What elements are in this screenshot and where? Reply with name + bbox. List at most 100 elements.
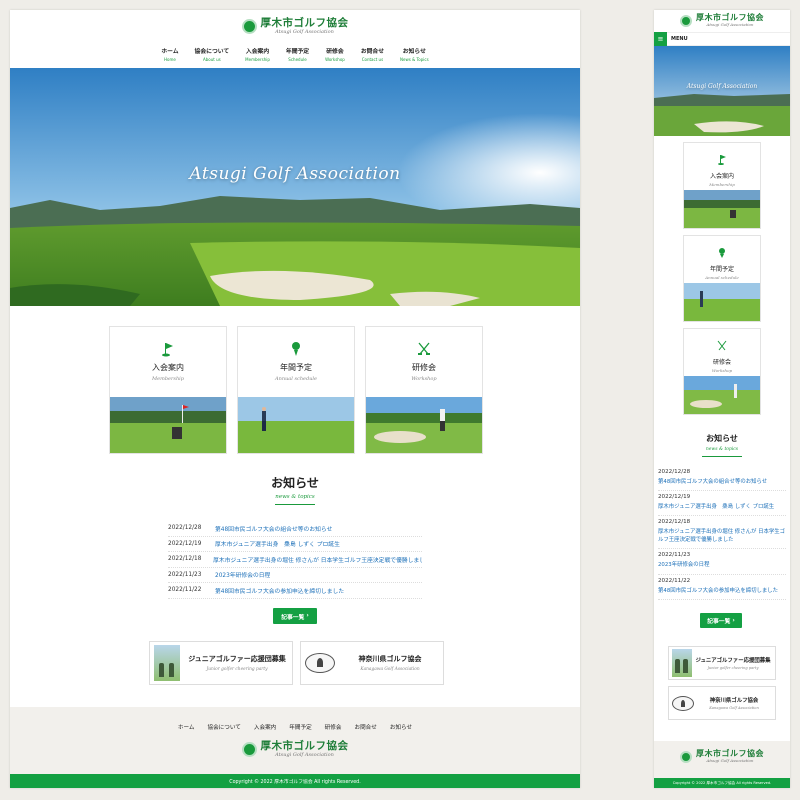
- news-date: 2022/12/19: [658, 494, 691, 501]
- news-link[interactable]: 第48回市民ゴルフ大会の参加申込を締切しました: [658, 587, 786, 595]
- banner-links: ジュニアゴルファー応援団募集 Junior golfer cheering par…: [149, 641, 444, 685]
- golf-tee-icon: [717, 245, 727, 261]
- news-date: 2022/12/18: [168, 556, 202, 563]
- card-title: 研修会: [712, 359, 731, 366]
- nav-membership[interactable]: 入会案内 Membership: [243, 46, 272, 62]
- hamburger-icon[interactable]: ≡: [654, 32, 667, 46]
- footer-link-news[interactable]: お知らせ: [390, 723, 412, 731]
- golf-tee-icon: [289, 341, 303, 357]
- chevron-right-icon: ›: [306, 613, 309, 619]
- junior-golfers-photo: [672, 649, 692, 677]
- news-heading: お知らせ: [271, 476, 319, 490]
- card-workshop[interactable]: 研修会 Workshop: [683, 328, 761, 415]
- logo-jp: 厚木市ゴルフ協会: [260, 740, 349, 752]
- nav-label: 年間予定: [285, 48, 310, 55]
- card-membership[interactable]: 入会案内 Membership: [109, 326, 227, 454]
- card-photo: [684, 190, 760, 228]
- chevron-right-icon: ›: [732, 617, 735, 624]
- all-articles-button[interactable]: 記事一覧 ›: [700, 613, 742, 628]
- mobile-hero: Atsugi Golf Association: [654, 46, 790, 136]
- card-sub: Membership: [152, 376, 184, 382]
- kanagawa-golf-banner[interactable]: 神奈川県ゴルフ協会 Kanagawa Golf Association: [300, 641, 444, 685]
- nav-sub: Workshop: [325, 56, 345, 62]
- all-articles-button[interactable]: 記事一覧 ›: [273, 608, 317, 624]
- heading-divider: [275, 504, 315, 505]
- news-header: お知らせ news & topics: [654, 433, 790, 457]
- list-item: 2022/11/22 第48回市民ゴルフ大会の参加申込を締切しました: [168, 583, 422, 599]
- association-emblem-icon: [680, 14, 692, 27]
- nav-sub: Membership: [245, 56, 270, 62]
- list-item: 2022/12/19 厚木市ジュニア選手出身 桑島 しずく プロ誕生: [658, 491, 786, 517]
- nav-workshop[interactable]: 研修会 Workshop: [323, 46, 347, 62]
- nav-home[interactable]: ホーム Home: [159, 46, 180, 62]
- news-link[interactable]: 厚木市ジュニア選手出身の堀住 修さんが 日本学生ゴルフ王座決定戦で優勝しました: [213, 555, 422, 564]
- list-item: 2022/11/23 2023年研修会の日程: [168, 568, 422, 583]
- footer-link-contact[interactable]: お問合せ: [354, 723, 376, 731]
- news-link[interactable]: 2023年研修会の日程: [215, 570, 270, 579]
- golf-course-image: [654, 46, 790, 136]
- footer-nav: ホーム 協会について 入会案内 年間予定 研修会 お問合せ お知らせ: [10, 707, 580, 731]
- main-nav: ホーム Home 協会について About us 入会案内 Membership 年間…: [10, 46, 580, 62]
- news-link[interactable]: 2023年研修会の日程: [658, 561, 786, 569]
- news-link[interactable]: 第48回市民ゴルフ大会の組合せ等のお知らせ: [215, 524, 332, 533]
- logo-en: Atsugi Golf Association: [275, 28, 334, 35]
- menu-label[interactable]: MENU: [671, 36, 688, 42]
- news-link[interactable]: 厚木市ジュニア選手出身 桑島 しずく プロ誕生: [658, 503, 786, 511]
- card-title: 研修会: [412, 363, 436, 372]
- news-link[interactable]: 厚木市ジュニア選手出身 桑島 しずく プロ誕生: [215, 539, 340, 548]
- card-workshop[interactable]: 研修会 Workshop: [365, 326, 483, 454]
- card-title: 入会案内: [152, 363, 184, 372]
- footer-logo[interactable]: 厚木市ゴルフ協会 Atsugi Golf Association: [654, 750, 790, 763]
- news-heading: お知らせ: [706, 434, 738, 443]
- banner-title: 神奈川県ゴルフ協会: [709, 698, 759, 704]
- news-link[interactable]: 第48回市民ゴルフ大会の組合せ等のお知らせ: [658, 478, 786, 486]
- mobile-menu-bar: ≡ MENU: [654, 32, 790, 46]
- junior-golfer-banner[interactable]: ジュニアゴルファー応援団募集 Junior golfer cheering par…: [149, 641, 293, 685]
- golf-flag-icon: [161, 341, 175, 357]
- footer-link-about[interactable]: 協会について: [207, 723, 240, 731]
- card-photo: [110, 397, 226, 453]
- news-date: 2022/12/28: [658, 469, 691, 475]
- kanagawa-emblem-icon: [305, 653, 335, 673]
- card-schedule[interactable]: 年間予定 Annual schedule: [237, 326, 355, 454]
- association-emblem-icon: [680, 750, 692, 763]
- card-title: 年間予定: [709, 266, 734, 273]
- card-photo: [238, 397, 354, 453]
- logo-jp: 厚木市ゴルフ協会: [696, 13, 764, 22]
- card-sub: Workshop: [711, 368, 733, 373]
- copyright: Copyright © 2022 厚木市ゴルフ協会 All rights Res…: [10, 774, 580, 788]
- site-logo[interactable]: 厚木市ゴルフ協会 Atsugi Golf Association: [10, 18, 580, 35]
- news-date: 2022/11/23: [658, 552, 691, 559]
- header: 厚木市ゴルフ協会 Atsugi Golf Association ホーム Home…: [10, 10, 580, 68]
- footer-logo[interactable]: 厚木市ゴルフ協会 Atsugi Golf Association: [10, 741, 580, 758]
- logo-jp: 厚木市ゴルフ協会: [696, 749, 764, 758]
- banner-title: ジュニアゴルファー応援団募集: [695, 658, 771, 664]
- footer-link-workshop[interactable]: 研修会: [325, 723, 342, 731]
- news-date: 2022/11/23: [168, 571, 202, 578]
- nav-schedule[interactable]: 年間予定 Schedule: [284, 46, 311, 62]
- card-photo: [684, 376, 760, 414]
- site-logo[interactable]: 厚木市ゴルフ協会 Atsugi Golf Association: [654, 14, 790, 27]
- crossed-clubs-icon: [717, 338, 727, 354]
- banner-title: ジュニアゴルファー応援団募集: [188, 655, 286, 663]
- banner-sub: Kanagawa Golf Association: [360, 667, 420, 672]
- footer-link-home[interactable]: ホーム: [178, 723, 195, 731]
- association-emblem-icon: [241, 741, 257, 757]
- card-schedule[interactable]: 年間予定 Annual schedule: [683, 235, 761, 322]
- news-link[interactable]: 第48回市民ゴルフ大会の参加申込を締切しました: [215, 586, 344, 595]
- nav-contact[interactable]: お問合せ Contact us: [359, 46, 386, 62]
- nav-about[interactable]: 協会について About us: [193, 46, 232, 62]
- nav-sub: News & Topics: [400, 56, 429, 62]
- footer-link-schedule[interactable]: 年間予定: [289, 723, 311, 731]
- kanagawa-golf-banner[interactable]: 神奈川県ゴルフ協会 Kanagawa Golf Association: [668, 686, 776, 720]
- card-membership[interactable]: 入会案内 Membership: [683, 142, 761, 229]
- junior-golfer-banner[interactable]: ジュニアゴルファー応援団募集 Junior golfer cheering par…: [668, 646, 776, 680]
- card-sub: Annual schedule: [275, 376, 317, 382]
- banner-sub: Junior golfer cheering party: [707, 666, 759, 670]
- news-link[interactable]: 厚木市ジュニア選手出身の堀住 修さんが 日本学生ゴルフ王座決定戦で優勝しました: [658, 528, 786, 544]
- nav-label: 協会について: [194, 48, 230, 55]
- nav-news[interactable]: お知らせ News & Topics: [398, 46, 431, 62]
- nav-sub: About us: [202, 56, 221, 62]
- footer-link-membership[interactable]: 入会案内: [254, 723, 276, 731]
- mobile-header: 厚木市ゴルフ協会 Atsugi Golf Association: [654, 10, 790, 32]
